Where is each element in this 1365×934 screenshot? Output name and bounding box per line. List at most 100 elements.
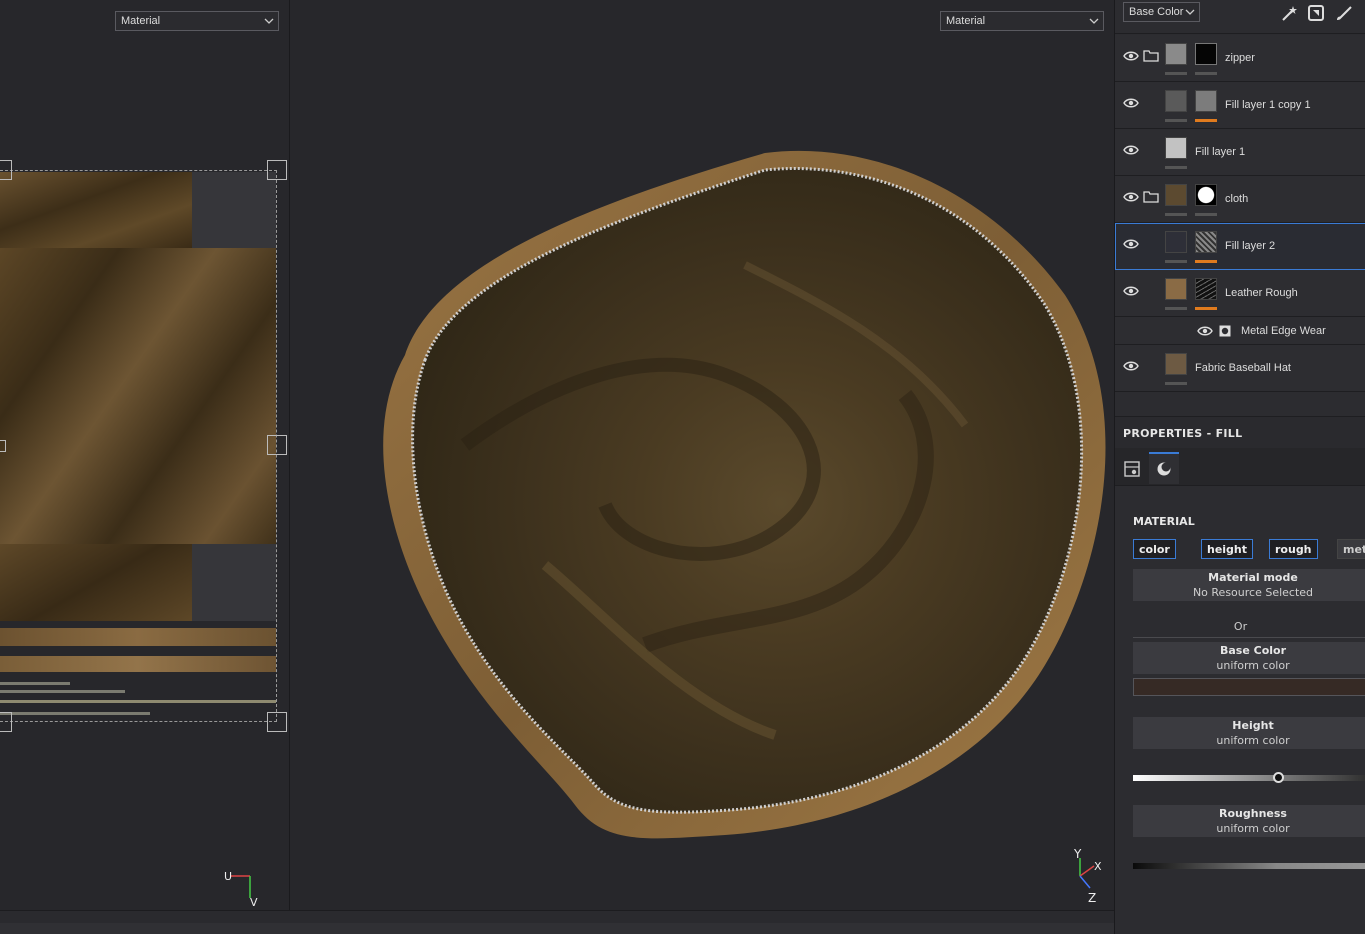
3d-viewport[interactable]: Material Y X Z (290, 0, 1114, 910)
transform-handle[interactable] (267, 712, 287, 732)
tab-fill-settings[interactable] (1117, 452, 1147, 484)
eye-icon[interactable] (1123, 360, 1139, 372)
material-sphere-icon (1157, 462, 1171, 476)
settings-grid-icon (1124, 461, 1140, 477)
divider (1133, 637, 1365, 638)
mask-bar (1195, 72, 1217, 75)
chevron-down-icon (1089, 18, 1099, 24)
eye-icon[interactable] (1123, 97, 1139, 109)
folder-icon[interactable] (1143, 190, 1159, 203)
mask-thumbnail[interactable] (1195, 90, 1217, 112)
thumbnail-bar (1165, 382, 1187, 385)
transform-handle[interactable] (267, 160, 287, 180)
eye-icon[interactable] (1123, 191, 1139, 203)
layer-row-fill-layer-1[interactable]: Fill layer 1 (1115, 129, 1365, 176)
height-slot[interactable]: Height uniform color (1133, 717, 1365, 749)
layer-row-leather-rough[interactable]: Leather Rough (1115, 270, 1365, 317)
layer-name: Fill layer 1 (1195, 146, 1246, 158)
mask-bar (1195, 307, 1217, 310)
viewport3d-mode-select[interactable]: Material (940, 11, 1104, 31)
layers-panel: Base Color zipper Fill layer 1 copy 1 Fi… (1114, 0, 1365, 934)
channel-chip-rough[interactable]: rough (1269, 539, 1318, 559)
base-color-slot[interactable]: Base Color uniform color (1133, 642, 1365, 674)
mask-bar (1195, 119, 1217, 122)
mask-thumbnail[interactable] (1195, 278, 1217, 300)
layer-row-fabric-baseball-hat[interactable]: Fabric Baseball Hat (1115, 345, 1365, 392)
paint-bucket-icon[interactable] (1307, 4, 1325, 22)
eye-icon[interactable] (1123, 238, 1139, 250)
roughness-value: uniform color (1216, 822, 1290, 835)
tab-material[interactable] (1149, 452, 1179, 484)
channel-chip-height[interactable]: height (1201, 539, 1254, 559)
material-mode-value: No Resource Selected (1192, 586, 1314, 599)
layer-row-metal-edge-wear[interactable]: Metal Edge Wear (1115, 317, 1365, 345)
layer-name: zipper (1225, 52, 1255, 64)
height-slider[interactable] (1133, 775, 1365, 781)
thumbnail-bar (1165, 119, 1187, 122)
material-mode-slot[interactable]: Material mode No Resource Selected (1133, 569, 1365, 601)
eye-icon[interactable] (1123, 285, 1139, 297)
chevron-down-icon (264, 18, 274, 24)
transform-handle[interactable] (0, 712, 12, 732)
viewport2d-mode-label: Material (121, 15, 161, 27)
mask-thumbnail[interactable] (1195, 43, 1217, 65)
layer-name: cloth (1225, 193, 1249, 205)
mask-bar (1195, 213, 1217, 216)
uv-selection-box[interactable] (0, 170, 277, 722)
folder-icon[interactable] (1143, 49, 1159, 62)
generator-icon (1219, 325, 1231, 337)
brush-icon[interactable] (1335, 4, 1353, 22)
eye-icon[interactable] (1123, 144, 1139, 156)
layer-thumbnail (1165, 231, 1187, 253)
layer-name: Metal Edge Wear (1241, 325, 1326, 337)
mask-thumbnail[interactable] (1195, 231, 1217, 253)
uv-viewport[interactable]: Material U V (0, 0, 289, 910)
transform-handle[interactable] (0, 160, 12, 180)
v-axis-label: V (250, 896, 258, 908)
channel-select[interactable]: Base Color (1123, 2, 1200, 22)
or-divider: Or (1233, 620, 1248, 633)
layer-thumbnail (1165, 184, 1187, 206)
z-axis-label: Z (1088, 891, 1096, 905)
uv-axis-gizmo: U V (224, 870, 258, 908)
layer-row-zipper[interactable]: zipper (1115, 35, 1365, 82)
thumbnail-bar (1165, 260, 1187, 263)
magic-wand-icon[interactable] (1280, 4, 1298, 22)
layer-row-fill-layer-2[interactable]: Fill layer 2 (1115, 223, 1365, 270)
axis-gizmo: Y X Z (1073, 847, 1102, 905)
roughness-title: Roughness (1219, 807, 1287, 820)
x-axis-label: X (1094, 860, 1102, 873)
scrollbar-track[interactable] (0, 923, 1114, 934)
layer-stack: zipper Fill layer 1 copy 1 Fill layer 1 (1115, 35, 1365, 392)
mask-thumbnail[interactable] (1195, 184, 1217, 206)
layer-row-fill-layer-1-copy-1[interactable]: Fill layer 1 copy 1 (1115, 82, 1365, 129)
mask-bar (1195, 260, 1217, 263)
thumbnail-bar (1165, 72, 1187, 75)
layer-thumbnail (1165, 43, 1187, 65)
height-title: Height (1232, 719, 1274, 732)
properties-header: PROPERTIES - FILL (1115, 416, 1365, 448)
layer-row-cloth[interactable]: cloth (1115, 176, 1365, 223)
layer-thumbnail (1165, 353, 1187, 375)
layer-thumbnail (1165, 90, 1187, 112)
section-title-material: MATERIAL (1133, 515, 1195, 528)
height-value: uniform color (1216, 734, 1290, 747)
channel-chip-metal[interactable]: meta (1337, 539, 1365, 559)
viewport2d-mode-select[interactable]: Material (115, 11, 279, 31)
roughness-slider[interactable] (1133, 863, 1365, 869)
thumbnail-bar (1165, 307, 1187, 310)
transform-handle[interactable] (267, 435, 287, 455)
eye-icon[interactable] (1197, 325, 1213, 337)
base-color-swatch[interactable] (1133, 678, 1365, 696)
base-color-value: uniform color (1216, 659, 1290, 672)
layer-thumbnail (1165, 278, 1187, 300)
roughness-slot[interactable]: Roughness uniform color (1133, 805, 1365, 837)
material-mode-title: Material mode (1208, 571, 1298, 584)
properties-body: MATERIAL color height rough meta Materia… (1115, 487, 1365, 934)
channel-chip-color[interactable]: color (1133, 539, 1176, 559)
transform-handle[interactable] (0, 440, 6, 452)
properties-title: PROPERTIES - FILL (1123, 427, 1243, 440)
height-slider-knob[interactable] (1273, 772, 1284, 783)
layer-name: Fill layer 1 copy 1 (1225, 99, 1311, 111)
eye-icon[interactable] (1123, 50, 1139, 62)
